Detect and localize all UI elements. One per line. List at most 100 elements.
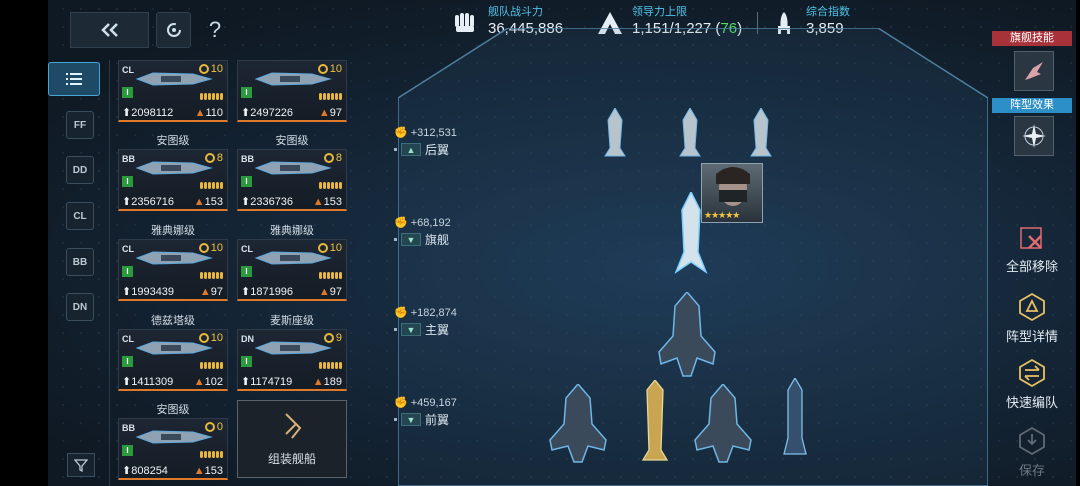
coin-icon: [204, 153, 215, 163]
ship-leadership: ▲110: [194, 107, 223, 119]
tab-dn[interactable]: DN: [66, 293, 94, 321]
upgrade-pips: [200, 451, 223, 458]
front-ship-2[interactable]: [637, 380, 673, 464]
save-button[interactable]: 保存: [994, 426, 1070, 479]
row-power: ✊ +459,167: [394, 396, 457, 410]
right-bezel: [1076, 0, 1080, 486]
refresh-button[interactable]: [156, 12, 191, 48]
ship-level: 10: [198, 332, 223, 344]
ship-power: ⬆1174719: [241, 376, 293, 388]
ship-leadership: ▲153: [312, 196, 342, 208]
coin-icon: [317, 243, 328, 253]
help-button[interactable]: ?: [198, 12, 232, 48]
ship-power: ⬆1411309: [122, 376, 174, 388]
formation-row-label: ✊ +68,192 ▼ 旗舰: [394, 216, 451, 248]
rear-ship-2[interactable]: [675, 108, 705, 158]
tab-bb[interactable]: BB: [66, 248, 94, 276]
tab-ff[interactable]: FF: [66, 111, 94, 139]
upgrade-pips: [200, 272, 223, 279]
front-ship-4[interactable]: [780, 378, 810, 460]
tier-badge: I: [122, 445, 133, 456]
help-icon: ?: [208, 17, 222, 42]
leadership-icon: ▲: [193, 376, 205, 388]
ship-level: 10: [317, 242, 342, 254]
swap-icon: [1019, 358, 1045, 388]
tier-badge: I: [241, 87, 252, 98]
remove-all-button[interactable]: 全部移除: [994, 226, 1070, 275]
tab-dd[interactable]: DD: [66, 156, 94, 184]
ship-card[interactable]: CL 10 I ⬆1411309 ▲102: [118, 329, 228, 391]
formation-row-label: ✊ +182,874 ▼ 主翼: [394, 306, 457, 338]
quick-form-button[interactable]: 快速编队: [994, 358, 1070, 411]
row-chevron-icon: ▼: [401, 233, 421, 246]
ship-power: ⬆2497226: [241, 107, 294, 119]
ship-card[interactable]: DN 9 I ⬆1174719 ▲189: [237, 329, 347, 391]
ship-card-name: 德兹塔级: [151, 315, 195, 327]
fist-icon: ✊: [394, 217, 408, 229]
ship-card[interactable]: CL 10 I ⬆1993439 ▲97: [118, 239, 228, 301]
captain-portrait[interactable]: ★★★★★: [701, 163, 763, 223]
ship-leadership: ▲102: [193, 376, 223, 388]
ship-leadership: ▲97: [318, 286, 342, 298]
ship-level: 9: [323, 332, 342, 344]
rear-ship-1[interactable]: [600, 108, 630, 158]
leadership-icon: ▲: [194, 107, 206, 119]
save-icon: [1019, 426, 1045, 456]
ship-card[interactable]: BB 8 I ⬆2336736 ▲153: [237, 149, 347, 211]
fist-icon: ✊: [394, 307, 408, 319]
back-button[interactable]: [70, 12, 149, 48]
ship-power: ⬆2098112: [122, 107, 174, 119]
tier-badge: I: [122, 266, 133, 277]
leadership-icon: ▲: [312, 196, 324, 208]
formation-row-label: ✊ +459,167 ▼ 前翼: [394, 396, 457, 428]
leadership-icon: ▲: [318, 286, 330, 298]
tier-badge: I: [241, 266, 252, 277]
tab-cl[interactable]: CL: [66, 202, 94, 230]
assemble-ship-button[interactable]: 组装舰船: [237, 400, 347, 478]
coin-icon: [198, 243, 209, 253]
row-name: 旗舰: [425, 233, 450, 247]
ship-leadership: ▲153: [193, 465, 223, 477]
ship-class-tabs: FF DD CL BB DN: [48, 60, 110, 486]
ship-card-name: 雅典娜级: [151, 225, 195, 237]
flagship-skill-button[interactable]: [1014, 51, 1054, 91]
formation-effect-label: 阵型效果: [992, 98, 1072, 113]
tier-badge: I: [122, 87, 133, 98]
coin-icon: [323, 153, 334, 163]
front-ship-1[interactable]: [548, 384, 608, 464]
refresh-icon: [166, 23, 181, 37]
leadership-label: 领导力上限: [632, 6, 687, 18]
front-ship-3[interactable]: [693, 384, 753, 464]
ship-card-name: 安图级: [275, 135, 309, 147]
compass-star-icon: [1022, 124, 1046, 148]
ship-leadership: ▲189: [312, 376, 342, 388]
ship-level: 0: [204, 421, 223, 433]
remove-icon: [1020, 227, 1042, 249]
leadership-icon: ▲: [312, 376, 324, 388]
ship-level: 10: [317, 63, 342, 75]
rear-ship-3[interactable]: [746, 108, 776, 158]
tab-all[interactable]: [48, 62, 100, 96]
flagship-skill-label: 旗舰技能: [992, 31, 1072, 46]
ship-power: ⬆1993439: [122, 286, 175, 298]
coin-icon: [323, 333, 334, 343]
row-power: ✊ +68,192: [394, 216, 451, 230]
ship-level: 8: [204, 152, 223, 164]
formation-detail-button[interactable]: 阵型详情: [994, 292, 1070, 345]
ship-card[interactable]: BB 8 I ⬆2356716 ▲153: [118, 149, 228, 211]
ship-card[interactable]: CL 10 I ⬆2098112 ▲110: [118, 60, 228, 122]
main-wing-ship[interactable]: [657, 292, 717, 378]
formation-effect-button[interactable]: [1014, 116, 1054, 156]
assemble-label: 组装舰船: [267, 451, 316, 466]
ship-leadership: ▲97: [199, 286, 223, 298]
coin-icon: [198, 64, 209, 74]
fleet-formation-screen: ? 舰队战斗力 36,445,886 领导力上限 1,151/1,227 (76…: [0, 0, 1080, 486]
filter-button[interactable]: [67, 453, 95, 477]
upgrade-pips: [319, 93, 342, 100]
ship-power: ⬆2356716: [122, 196, 175, 208]
row-power: ✊ +182,874: [394, 306, 457, 320]
ship-card[interactable]: CL 10 I ⬆1871996 ▲97: [237, 239, 347, 301]
ship-card[interactable]: 10 I ⬆2497226 ▲97: [237, 60, 347, 122]
row-chevron-icon: ▼: [401, 323, 421, 336]
ship-card[interactable]: BB 0 I ⬆808254 ▲153: [118, 418, 228, 480]
